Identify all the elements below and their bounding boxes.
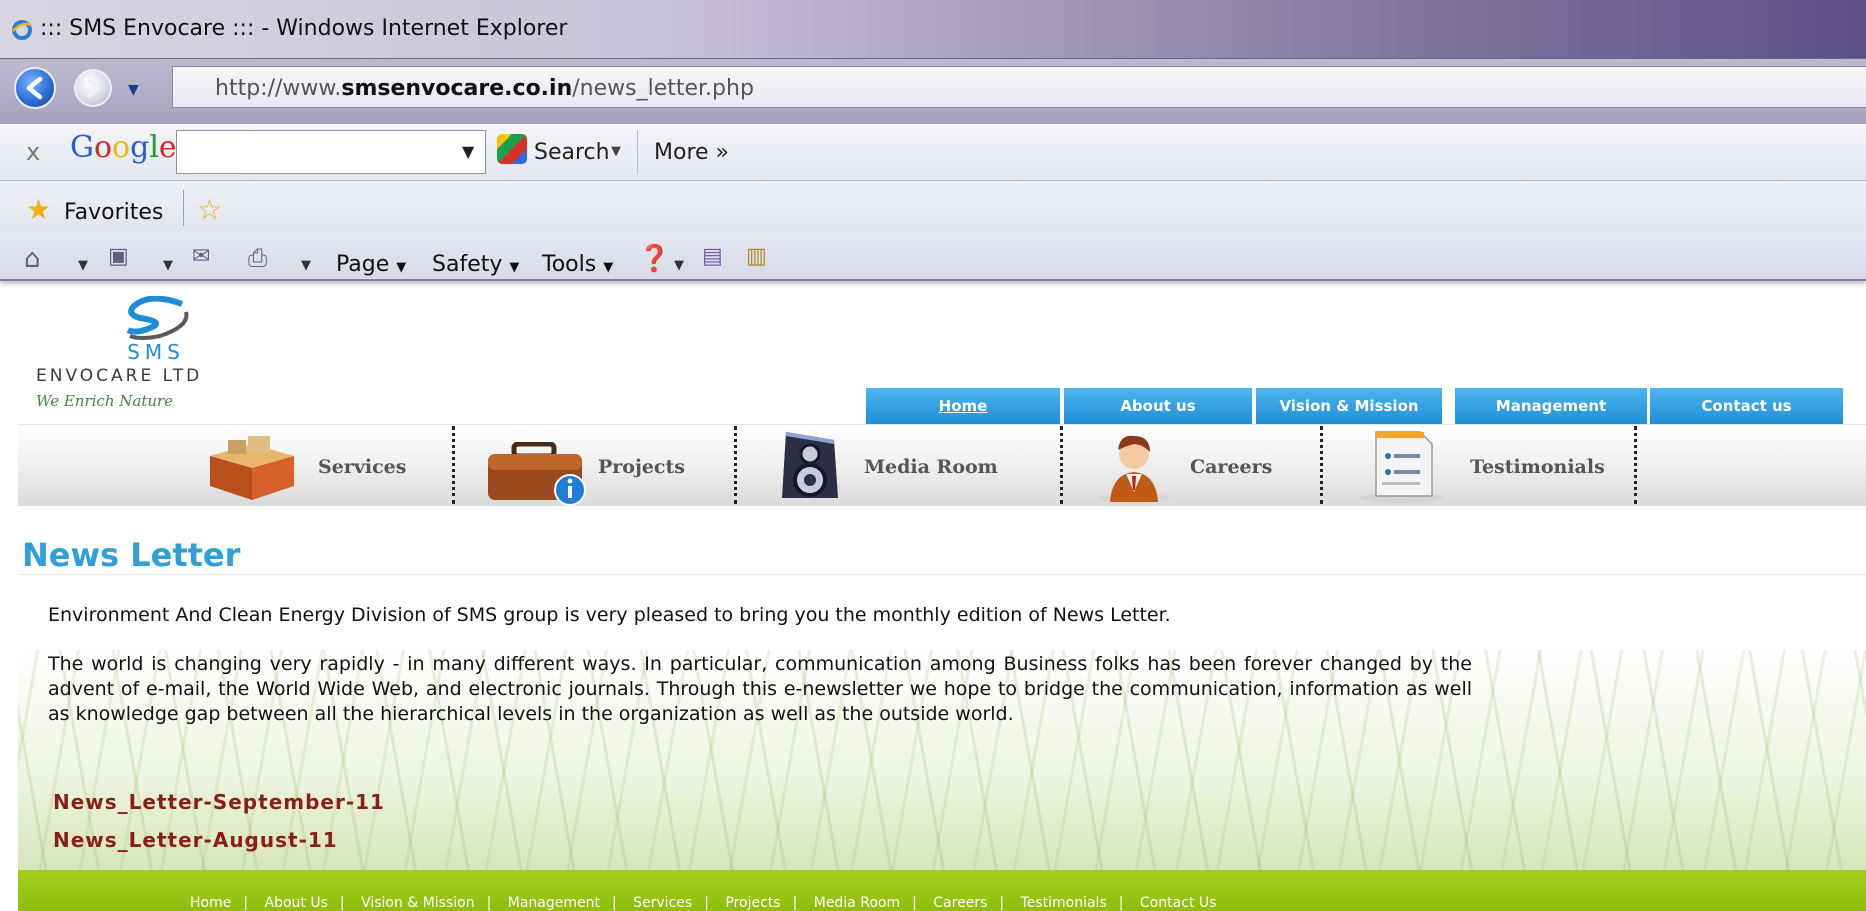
logo-brand: SMS — [127, 340, 185, 364]
favorites-button[interactable]: Favorites — [64, 200, 163, 225]
google-search-input[interactable] — [176, 130, 486, 174]
add-favorite-icon[interactable]: ☆ — [197, 196, 222, 224]
google-search-dropdown-icon[interactable]: ▼ — [462, 142, 474, 161]
top-nav-management[interactable]: Management — [1455, 388, 1647, 424]
footer-link-about-us[interactable]: About Us — [265, 895, 328, 911]
body-paragraph: The world is changing very rapidly - in … — [48, 653, 1472, 725]
footer-separator: | — [243, 895, 249, 911]
footer-link-careers[interactable]: Careers — [933, 895, 987, 911]
home-dropdown-icon[interactable]: ▼ — [78, 258, 88, 273]
icon-nav-careers-label: Careers — [1190, 456, 1273, 478]
research-icon[interactable]: ▤ — [702, 246, 723, 268]
footer-separator: | — [704, 895, 709, 911]
icon-nav-media-room-label: Media Room — [864, 456, 998, 478]
page-menu-caret-icon: ▼ — [396, 260, 407, 275]
toolbar-divider — [637, 130, 638, 174]
page-title: News Letter — [22, 536, 241, 574]
back-arrow-icon — [26, 76, 43, 100]
footer-link-management[interactable]: Management — [508, 895, 600, 911]
forward-arrow-icon — [87, 78, 100, 98]
logo-company-name: ENVOCARE LTD — [36, 366, 203, 386]
top-nav-home[interactable]: Home — [866, 388, 1060, 424]
favorites-star-icon[interactable]: ★ — [26, 196, 51, 224]
help-dropdown-icon[interactable]: ▼ — [674, 258, 684, 273]
footer-links: Home | About Us | Vision & Mission | Manage… — [190, 895, 1216, 911]
ie-logo-icon — [12, 20, 32, 40]
footer-separator: | — [339, 895, 345, 911]
help-icon[interactable]: ❓ — [638, 246, 670, 272]
print-icon[interactable]: ⎙ — [248, 246, 267, 270]
safety-menu[interactable]: Safety ▼ — [432, 252, 519, 277]
icon-nav-divider — [1060, 426, 1063, 504]
site-logo[interactable]: SMS ENVOCARE LTD We Enrich Nature — [36, 296, 276, 416]
footer-separator: | — [486, 895, 492, 911]
sms-swoosh-logo-icon — [126, 296, 189, 340]
window-title: ::: SMS Envocare ::: - Windows Internet … — [40, 16, 568, 41]
document-icon — [1360, 431, 1444, 503]
tools-menu-caret-icon: ▼ — [603, 260, 614, 275]
tools-menu[interactable]: Tools ▼ — [542, 252, 613, 277]
command-bar — [0, 231, 1866, 281]
feeds-dropdown-icon[interactable]: ▼ — [163, 258, 173, 273]
briefcase-icon — [488, 442, 586, 506]
footer-separator: | — [611, 895, 617, 911]
footer-separator: | — [912, 895, 917, 911]
footer-link-services[interactable]: Services — [633, 895, 692, 911]
favorites-bar — [0, 181, 1866, 231]
feeds-icon[interactable]: ▣ — [108, 246, 129, 268]
newsletter-link-september-11[interactable]: News_Letter-September-11 — [53, 790, 385, 814]
footer-separator: | — [1118, 895, 1124, 911]
google-search-button[interactable]: Search — [534, 140, 610, 165]
google-toolbar-close-button[interactable]: x — [26, 138, 40, 166]
favorites-divider — [183, 190, 184, 226]
print-dropdown-icon[interactable]: ▼ — [301, 258, 311, 273]
footer-separator: | — [999, 895, 1005, 911]
footer-link-projects[interactable]: Projects — [725, 895, 780, 911]
page-menu[interactable]: Page ▼ — [336, 252, 406, 277]
icon-nav-divider — [1634, 426, 1637, 504]
home-icon[interactable]: ⌂ — [24, 246, 41, 272]
window-titlebar: ::: SMS Envocare ::: - Windows Internet … — [0, 0, 1866, 59]
url-field[interactable]: http://www.smsenvocare.co.in/news_letter… — [172, 66, 1866, 108]
google-logo: Google — [70, 130, 177, 165]
forward-button[interactable] — [74, 69, 112, 107]
box-icon — [210, 436, 294, 500]
url-path: /news_letter.php — [572, 76, 754, 101]
url-prefix: http://www. — [215, 76, 342, 101]
icon-nav-divider — [1320, 426, 1323, 504]
speaker-icon — [782, 432, 838, 498]
icon-nav-testimonials-label: Testimonials — [1470, 456, 1605, 478]
google-search-options-icon[interactable]: ▼ — [611, 144, 621, 159]
icon-nav-divider — [734, 426, 737, 504]
icon-nav-divider — [452, 426, 455, 504]
google-more-button[interactable]: More » — [654, 140, 729, 165]
footer-link-vision-mission[interactable]: Vision & Mission — [361, 895, 474, 911]
recent-pages-dropdown-icon[interactable]: ▼ — [128, 82, 139, 98]
icon-nav-services-label: Services — [318, 456, 407, 478]
newsletter-link-august-11[interactable]: News_Letter-August-11 — [53, 828, 338, 852]
url-domain: smsenvocare.co.in — [341, 76, 573, 101]
footer-link-media-room[interactable]: Media Room — [814, 895, 900, 911]
icon-nav-projects-label: Projects — [598, 456, 685, 478]
title-divider — [18, 574, 1866, 575]
top-nav-contact-us[interactable]: Contact us — [1650, 388, 1843, 424]
messenger-icon[interactable]: ▥ — [746, 246, 767, 268]
footer-separator: | — [792, 895, 798, 911]
mail-icon[interactable]: ✉ — [192, 246, 210, 268]
footer-link-testimonials[interactable]: Testimonials — [1021, 895, 1107, 911]
top-nav-about-us[interactable]: About us — [1064, 388, 1252, 424]
footer-link-home[interactable]: Home — [190, 895, 231, 911]
top-nav-vision-mission[interactable]: Vision & Mission — [1256, 388, 1442, 424]
person-icon — [1098, 435, 1170, 503]
back-button[interactable] — [14, 67, 56, 109]
logo-tagline: We Enrich Nature — [36, 392, 174, 410]
footer-link-contact-us[interactable]: Contact Us — [1140, 895, 1216, 911]
safety-menu-caret-icon: ▼ — [509, 260, 520, 275]
google-search-icon[interactable] — [497, 134, 527, 164]
intro-paragraph: Environment And Clean Energy Division of… — [48, 604, 1171, 626]
